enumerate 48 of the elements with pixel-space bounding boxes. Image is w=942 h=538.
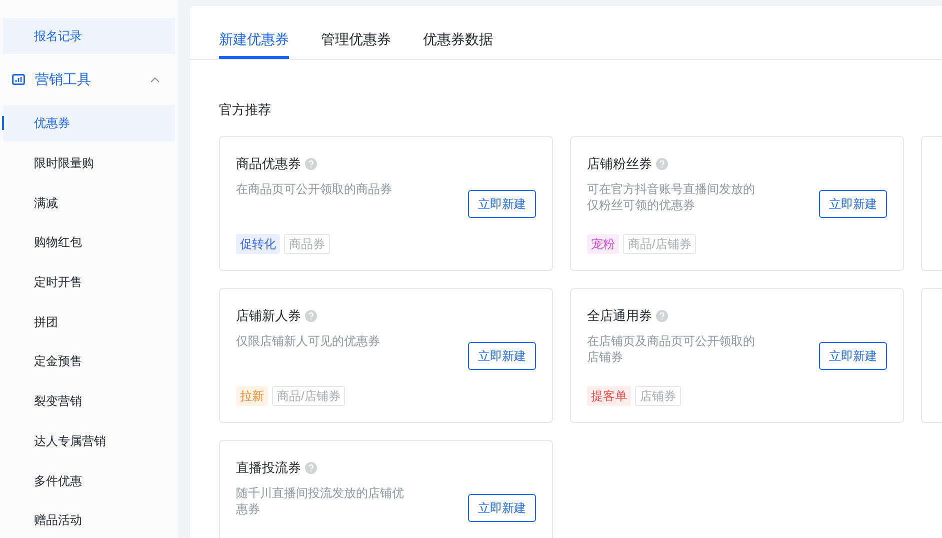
create-button[interactable]: 立即新建 [468, 494, 536, 522]
tag: 促转化 [236, 234, 280, 254]
section-title: 官方推荐 [218, 101, 272, 119]
card-description: 仅限店铺新人可见的优惠券 [236, 333, 381, 349]
help-icon[interactable] [305, 462, 317, 474]
help-icon[interactable] [656, 310, 668, 322]
sidebar-item[interactable]: 裂变营销 [3, 383, 175, 419]
card-description: 可在官方抖音账号直播间发放的仅粉丝可领的优惠券 [587, 181, 756, 213]
tab[interactable]: 优惠券数据 [423, 22, 493, 59]
sidebar-item[interactable]: 定金预售 [3, 344, 175, 380]
tag: 商品券 [284, 234, 330, 254]
card-description: 在店铺页及商品页可公开领取的店铺券 [587, 333, 756, 365]
create-button[interactable]: 立即新建 [819, 342, 887, 370]
tag: 店铺券 [635, 386, 681, 406]
help-icon[interactable] [305, 310, 317, 322]
tag: 提客单 [587, 386, 631, 406]
sidebar-item[interactable]: 定时开售 [3, 264, 175, 300]
sidebar-item[interactable]: 拼团 [3, 304, 175, 340]
tag: 拉新 [236, 386, 268, 406]
card-title: 店铺新人券 [236, 307, 301, 326]
card-title: 全店通用券 [587, 307, 652, 326]
tag: 商品/店铺券 [623, 234, 696, 254]
sidebar-item[interactable]: 达人专属营销 [3, 422, 175, 459]
sidebar-item[interactable]: 满减 [3, 184, 175, 220]
menu-group-label: 营销工具 [35, 70, 92, 90]
sidebar-item[interactable]: 赠品活动 [3, 502, 175, 538]
tab[interactable]: 新建优惠券 [219, 22, 289, 59]
sidebar-item[interactable]: 报名记录 [3, 18, 175, 54]
create-button[interactable]: 立即新建 [468, 190, 536, 218]
sidebar-item[interactable]: 限时限量购 [3, 145, 175, 181]
card-description: 在商品页可公开领取的商品券 [236, 181, 393, 197]
help-icon[interactable] [656, 158, 668, 170]
chart-icon [12, 74, 25, 86]
help-icon[interactable] [305, 158, 317, 170]
chevron-icon[interactable] [150, 76, 160, 83]
card-description: 随千川直播间投流发放的店铺优惠券 [236, 485, 405, 517]
card-title: 直播投流券 [236, 459, 301, 478]
sidebar-item[interactable]: 优惠券 [3, 105, 175, 142]
create-button[interactable]: 立即新建 [468, 342, 536, 370]
card-title: 店铺粉丝券 [587, 155, 652, 174]
sidebar-item[interactable]: 多件优惠 [3, 462, 175, 498]
tag: 商品/店铺券 [272, 386, 346, 406]
sidebar-item[interactable]: 购物红包 [3, 224, 175, 260]
active-indicator [2, 116, 4, 130]
tag: 宠粉 [587, 234, 619, 254]
card-title: 商品优惠券 [236, 155, 301, 174]
tab[interactable]: 管理优惠券 [321, 22, 391, 59]
create-button[interactable]: 立即新建 [819, 190, 887, 218]
